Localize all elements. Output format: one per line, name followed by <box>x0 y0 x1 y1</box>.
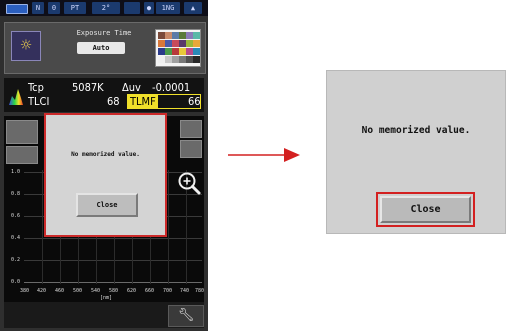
tlci-value: 68 <box>107 95 120 108</box>
no-memorized-value-dialog: No memorized value. Close <box>44 113 167 237</box>
red-arrow-icon <box>228 148 300 162</box>
x-tick-label: 420 <box>37 288 47 294</box>
x-axis-unit: [nm] <box>100 295 113 301</box>
zoomed-close-button[interactable]: Close <box>380 196 471 223</box>
zoomed-dialog: No memorized value. Close <box>326 70 506 234</box>
exposure-label: Exposure Time <box>76 29 132 37</box>
close-button[interactable]: Close <box>76 193 138 217</box>
y-tick-label: 0.8 <box>10 191 20 197</box>
x-tick-label: 660 <box>145 288 155 294</box>
sun-icon: ☼ <box>11 31 41 61</box>
graph-button[interactable] <box>6 120 38 144</box>
tlmf-value: 66 <box>188 95 201 108</box>
y-tick-label: 1.0 <box>10 169 20 175</box>
tlmf-label: TLMF <box>128 95 158 108</box>
status-item: PT <box>64 2 86 14</box>
wrench-icon: 🔧︎ <box>177 308 195 323</box>
x-tick-label: 540 <box>91 288 101 294</box>
zoom-in-icon[interactable] <box>176 170 202 196</box>
tcp-label: Tcp <box>28 81 44 94</box>
exposure-panel[interactable]: ☼ Exposure Time Auto <box>4 22 206 74</box>
x-tick-label: 500 <box>73 288 83 294</box>
duv-label: Δuv <box>122 81 141 94</box>
settings-button[interactable]: 🔧︎ <box>168 305 204 327</box>
duv-value: -0.0001 <box>152 81 191 94</box>
y-tick-label: 0.6 <box>10 213 20 219</box>
y-tick-label: 0.4 <box>10 235 20 241</box>
x-tick-label: 700 <box>163 288 173 294</box>
status-item: 0 <box>48 2 60 14</box>
x-tick-label: 780 <box>195 288 205 294</box>
y-tick-label: 0.0 <box>10 279 20 285</box>
x-tick-label: 380 <box>20 288 30 294</box>
status-item: N <box>32 2 44 14</box>
graph-button[interactable] <box>180 140 202 158</box>
status-dot-icon: ● <box>144 2 154 14</box>
x-tick-label: 740 <box>180 288 190 294</box>
exposure-value: Auto <box>77 42 125 54</box>
color-chart-icon <box>155 29 201 67</box>
graph-button[interactable] <box>180 120 202 138</box>
x-tick-label: 460 <box>55 288 65 294</box>
status-item: 2° <box>92 2 120 14</box>
y-tick-label: 0.2 <box>10 257 20 263</box>
x-tick-label: 580 <box>109 288 119 294</box>
tlci-label: TLCI <box>28 95 50 108</box>
measurement-panel: Tcp 5087K Δuv -0.0001 TLCI 68 TLMF 66 <box>4 78 204 112</box>
bottom-bar: 🔧︎ <box>4 302 204 328</box>
zoomed-close-highlight: Close <box>376 192 475 227</box>
status-item <box>124 2 140 14</box>
graph-button[interactable] <box>6 146 38 164</box>
dialog-message: No memorized value. <box>71 151 140 158</box>
status-item: 1NG <box>156 2 180 14</box>
tcp-value: 5087K <box>72 81 104 94</box>
zoomed-dialog-message: No memorized value. <box>361 125 471 136</box>
device-icon: ▲ <box>184 2 202 14</box>
spectrum-icon <box>9 89 23 105</box>
status-bar: N 0 PT 2° ● 1NG ▲ <box>0 0 208 16</box>
device-screen: N 0 PT 2° ● 1NG ▲ ☼ Exposure Time Auto T… <box>0 0 208 331</box>
x-tick-label: 620 <box>127 288 137 294</box>
battery-icon <box>6 4 28 14</box>
